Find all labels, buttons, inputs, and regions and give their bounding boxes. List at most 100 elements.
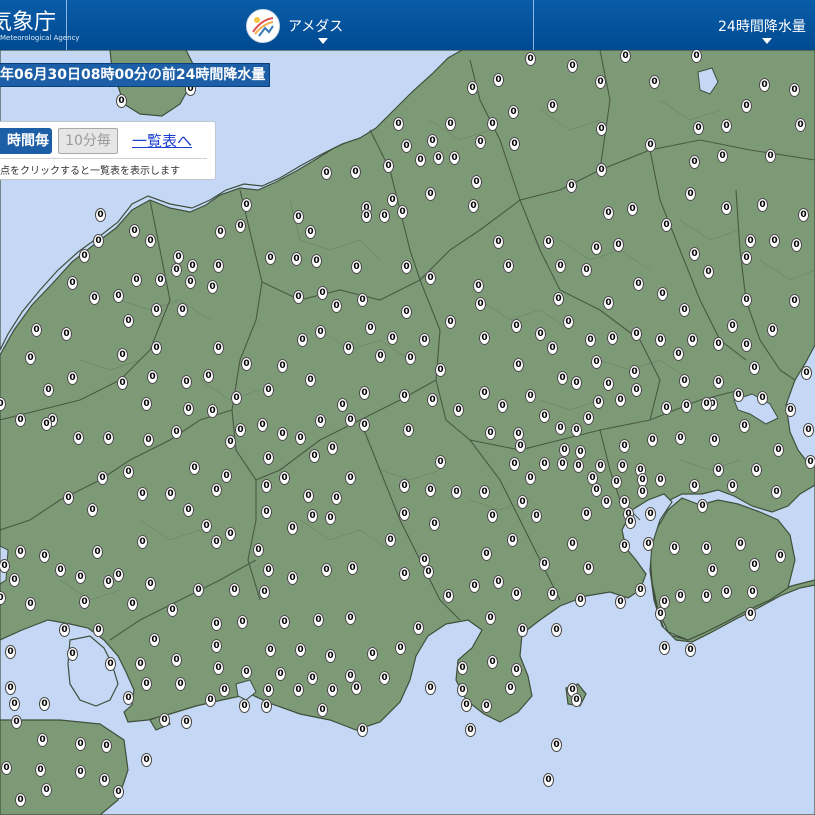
station-marker[interactable]: 0: [637, 485, 648, 499]
station-marker[interactable]: 0: [175, 677, 186, 691]
hourly-button[interactable]: 時間毎: [0, 128, 52, 154]
station-marker[interactable]: 0: [443, 589, 454, 603]
station-marker[interactable]: 0: [493, 575, 504, 589]
station-marker[interactable]: 0: [535, 327, 546, 341]
station-marker[interactable]: 0: [707, 563, 718, 577]
station-marker[interactable]: 0: [141, 397, 152, 411]
station-marker[interactable]: 0: [403, 423, 414, 437]
station-marker[interactable]: 0: [759, 78, 770, 92]
station-marker[interactable]: 0: [261, 479, 272, 493]
station-marker[interactable]: 0: [591, 483, 602, 497]
station-marker[interactable]: 0: [679, 374, 690, 388]
station-marker[interactable]: 0: [183, 402, 194, 416]
station-marker[interactable]: 0: [63, 491, 74, 505]
station-marker[interactable]: 0: [543, 235, 554, 249]
station-marker[interactable]: 0: [327, 683, 338, 697]
station-marker[interactable]: 0: [479, 485, 490, 499]
station-marker[interactable]: 0: [41, 783, 52, 797]
station-marker[interactable]: 0: [701, 589, 712, 603]
station-marker[interactable]: 0: [487, 117, 498, 131]
station-marker[interactable]: 0: [509, 137, 520, 151]
station-marker[interactable]: 0: [181, 375, 192, 389]
station-marker[interactable]: 0: [149, 633, 160, 647]
station-marker[interactable]: 0: [427, 393, 438, 407]
station-marker[interactable]: 0: [401, 139, 412, 153]
station-marker[interactable]: 0: [547, 99, 558, 113]
station-marker[interactable]: 0: [433, 151, 444, 165]
station-marker[interactable]: 0: [105, 657, 116, 671]
station-marker[interactable]: 0: [553, 292, 564, 306]
station-marker[interactable]: 0: [469, 579, 480, 593]
station-marker[interactable]: 0: [231, 391, 242, 405]
station-marker[interactable]: 0: [357, 723, 368, 737]
station-marker[interactable]: 0: [701, 541, 712, 555]
station-marker[interactable]: 0: [265, 643, 276, 657]
station-marker[interactable]: 0: [345, 413, 356, 427]
station-marker[interactable]: 0: [151, 303, 162, 317]
station-marker[interactable]: 0: [789, 294, 800, 308]
station-marker[interactable]: 0: [445, 117, 456, 131]
station-marker[interactable]: 0: [713, 375, 724, 389]
station-marker[interactable]: 0: [805, 455, 815, 469]
station-marker[interactable]: 0: [507, 533, 518, 547]
station-marker[interactable]: 0: [401, 305, 412, 319]
station-marker[interactable]: 0: [79, 595, 90, 609]
station-marker[interactable]: 0: [559, 443, 570, 457]
station-marker[interactable]: 0: [435, 455, 446, 469]
station-marker[interactable]: 0: [325, 649, 336, 663]
station-marker[interactable]: 0: [511, 587, 522, 601]
station-marker[interactable]: 0: [59, 623, 70, 637]
station-marker[interactable]: 0: [643, 537, 654, 551]
station-marker[interactable]: 0: [205, 693, 216, 707]
station-marker[interactable]: 0: [567, 537, 578, 551]
station-marker[interactable]: 0: [749, 558, 760, 572]
station-marker[interactable]: 0: [401, 260, 412, 274]
station-marker[interactable]: 0: [555, 421, 566, 435]
station-marker[interactable]: 0: [595, 75, 606, 89]
station-marker[interactable]: 0: [603, 296, 614, 310]
station-marker[interactable]: 0: [591, 241, 602, 255]
station-marker[interactable]: 0: [167, 603, 178, 617]
station-marker[interactable]: 0: [101, 739, 112, 753]
station-marker[interactable]: 0: [189, 461, 200, 475]
station-marker[interactable]: 0: [595, 459, 606, 473]
station-marker[interactable]: 0: [539, 409, 550, 423]
station-marker[interactable]: 0: [9, 697, 20, 711]
station-marker[interactable]: 0: [313, 613, 324, 627]
station-marker[interactable]: 0: [117, 376, 128, 390]
station-marker[interactable]: 0: [457, 683, 468, 697]
station-marker[interactable]: 0: [445, 315, 456, 329]
station-marker[interactable]: 0: [92, 545, 103, 559]
station-marker[interactable]: 0: [187, 259, 198, 273]
station-marker[interactable]: 0: [798, 208, 809, 222]
station-marker[interactable]: 0: [551, 738, 562, 752]
station-marker[interactable]: 0: [351, 260, 362, 274]
station-marker[interactable]: 0: [123, 314, 134, 328]
station-marker[interactable]: 0: [97, 471, 108, 485]
station-marker[interactable]: 0: [113, 289, 124, 303]
station-marker[interactable]: 0: [67, 276, 78, 290]
station-marker[interactable]: 0: [387, 193, 398, 207]
station-marker[interactable]: 0: [113, 785, 124, 799]
station-marker[interactable]: 0: [419, 333, 430, 347]
station-marker[interactable]: 0: [93, 234, 104, 248]
station-marker[interactable]: 0: [508, 105, 519, 119]
station-marker[interactable]: 0: [791, 238, 802, 252]
station-marker[interactable]: 0: [279, 615, 290, 629]
station-marker[interactable]: 0: [55, 563, 66, 577]
station-marker[interactable]: 0: [557, 457, 568, 471]
station-marker[interactable]: 0: [275, 667, 286, 681]
station-marker[interactable]: 0: [625, 515, 636, 529]
station-marker[interactable]: 0: [691, 49, 702, 63]
station-marker[interactable]: 0: [475, 297, 486, 311]
station-marker[interactable]: 0: [321, 563, 332, 577]
station-marker[interactable]: 0: [171, 263, 182, 277]
station-marker[interactable]: 0: [277, 427, 288, 441]
station-marker[interactable]: 0: [39, 697, 50, 711]
station-marker[interactable]: 0: [803, 423, 814, 437]
station-marker[interactable]: 0: [689, 155, 700, 169]
station-marker[interactable]: 0: [89, 291, 100, 305]
station-marker[interactable]: 0: [741, 293, 752, 307]
station-marker[interactable]: 0: [225, 435, 236, 449]
station-marker[interactable]: 0: [627, 202, 638, 216]
